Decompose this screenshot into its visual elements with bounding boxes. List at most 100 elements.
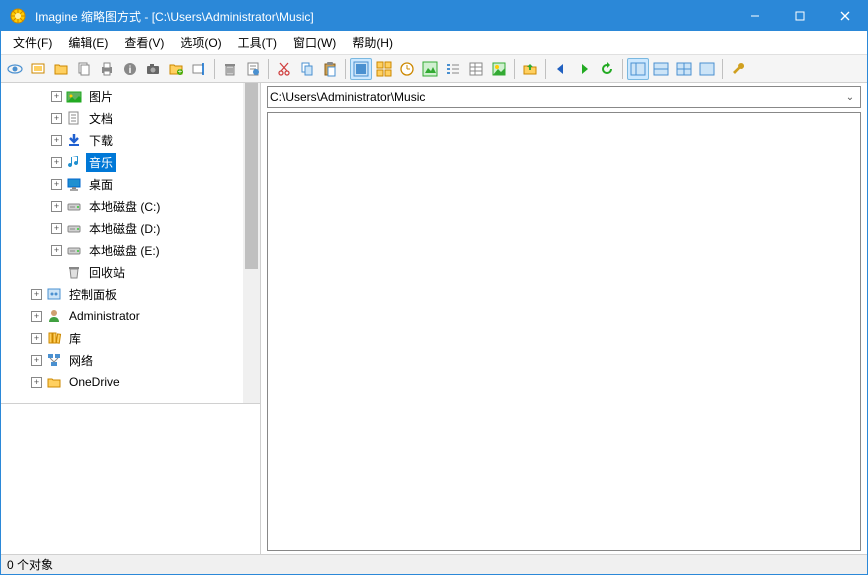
toolbar-print-button[interactable] [96,58,118,80]
toolbar-copy-button[interactable] [73,58,95,80]
expand-icon[interactable]: + [51,245,62,256]
tree-label: 文档 [86,109,116,128]
toolbar-refresh-button[interactable] [596,58,618,80]
expand-icon[interactable]: + [51,223,62,234]
expand-icon[interactable]: + [51,179,62,190]
properties-icon [245,61,261,77]
menu-edit[interactable]: 编辑(E) [60,31,116,54]
new-folder-icon: + [168,61,184,77]
close-button[interactable] [822,1,867,31]
maximize-button[interactable] [777,1,822,31]
toolbar-eye-button[interactable] [4,58,26,80]
toolbar-clock-button[interactable] [396,58,418,80]
path-input[interactable] [270,90,842,104]
toolbar-details-button[interactable] [465,58,487,80]
folder-docs-icon [66,110,82,126]
tree-label: 本地磁盘 (C:) [86,197,163,216]
file-list-area[interactable] [267,112,861,551]
expand-icon[interactable]: + [31,333,42,344]
folder-tree[interactable]: +图片+文档+下载+音乐+桌面+本地磁盘 (C:)+本地磁盘 (D:)+本地磁盘… [1,83,243,403]
toolbar-view4-button[interactable] [696,58,718,80]
rename-icon [191,61,207,77]
toolbar-view2-button[interactable] [650,58,672,80]
tree-scrollbar[interactable] [243,83,260,403]
onedrive-icon [46,374,62,390]
tree-node-Administrator[interactable]: +Administrator [1,305,243,327]
preview-pane [1,404,260,554]
wrench-icon [730,61,746,77]
path-dropdown-icon[interactable]: ⌄ [842,92,858,103]
toolbar-cut-button[interactable] [273,58,295,80]
expand-icon[interactable]: + [31,377,42,388]
tree-node-文档[interactable]: + 文档 [1,107,243,129]
main-panel: ⌄ [261,83,867,554]
toolbar-paste-button[interactable] [319,58,341,80]
drive-icon [66,242,82,258]
toolbar-thumb-preview-button[interactable] [419,58,441,80]
camera-icon [145,61,161,77]
toolbar-delete-button[interactable] [219,58,241,80]
toolbar-view3-button[interactable] [673,58,695,80]
toolbar-copy2-button[interactable] [296,58,318,80]
tree-node-网络[interactable]: +网络 [1,349,243,371]
toolbar-thumb-small-button[interactable] [373,58,395,80]
toolbar-thumb-large-button[interactable] [350,58,372,80]
toolbar-view1-button[interactable] [627,58,649,80]
tree-node-图片[interactable]: + 图片 [1,85,243,107]
expand-icon[interactable]: + [31,355,42,366]
titlebar[interactable]: Imagine 缩略图方式 - [C:\Users\Administrator\… [1,1,867,31]
print-icon [99,61,115,77]
expand-icon[interactable]: + [51,135,62,146]
tile-icon [491,61,507,77]
tree-node-库[interactable]: +库 [1,327,243,349]
menu-view[interactable]: 查看(V) [116,31,172,54]
menu-tools[interactable]: 工具(T) [230,31,285,54]
menu-file[interactable]: 文件(F) [5,31,60,54]
view3-icon [676,61,692,77]
content-area: +图片+文档+下载+音乐+桌面+本地磁盘 (C:)+本地磁盘 (D:)+本地磁盘… [1,83,867,554]
tree-scroll-thumb[interactable] [245,83,258,269]
toolbar-slideshow-button[interactable] [27,58,49,80]
expand-icon[interactable]: + [51,157,62,168]
toolbar-back-button[interactable] [550,58,572,80]
tree-node-本地磁盘 (C:)[interactable]: + 本地磁盘 (C:) [1,195,243,217]
toolbar-rename-button[interactable] [188,58,210,80]
toolbar-wrench-button[interactable] [727,58,749,80]
tree-label: 图片 [86,87,116,106]
toolbar-up-button[interactable] [519,58,541,80]
forward-icon [576,61,592,77]
toolbar-list-button[interactable] [442,58,464,80]
tree-node-本地磁盘 (E:)[interactable]: +本地磁盘 (E:) [1,239,243,261]
tree-node-控制面板[interactable]: +控制面板 [1,283,243,305]
folder-pictures-icon [66,88,82,104]
minimize-button[interactable] [732,1,777,31]
toolbar: i+ [1,55,867,83]
toolbar-new-folder-button[interactable]: + [165,58,187,80]
expand-icon[interactable]: + [31,311,42,322]
tree-node-桌面[interactable]: +桌面 [1,173,243,195]
library-icon [46,330,62,346]
tree-node-音乐[interactable]: +音乐 [1,151,243,173]
toolbar-tile-button[interactable] [488,58,510,80]
path-bar[interactable]: ⌄ [267,86,861,108]
paste-icon [322,61,338,77]
toolbar-open-button[interactable] [50,58,72,80]
expand-icon[interactable]: + [51,113,62,124]
tree-label: 下载 [86,131,116,150]
toolbar-camera-button[interactable] [142,58,164,80]
tree-node-下载[interactable]: + 下载 [1,129,243,151]
expand-icon[interactable]: + [51,201,62,212]
toolbar-info-button[interactable]: i [119,58,141,80]
app-window: Imagine 缩略图方式 - [C:\Users\Administrator\… [0,0,868,575]
thumb-large-icon [353,61,369,77]
menu-window[interactable]: 窗口(W) [285,31,344,54]
tree-node-本地磁盘 (D:)[interactable]: +本地磁盘 (D:) [1,217,243,239]
expand-icon[interactable]: + [51,91,62,102]
menu-help[interactable]: 帮助(H) [344,31,401,54]
tree-node-回收站[interactable]: 回收站 [1,261,243,283]
tree-node-OneDrive[interactable]: +OneDrive [1,371,243,393]
menu-options[interactable]: 选项(O) [172,31,229,54]
toolbar-properties-button[interactable] [242,58,264,80]
toolbar-forward-button[interactable] [573,58,595,80]
expand-icon[interactable]: + [31,289,42,300]
